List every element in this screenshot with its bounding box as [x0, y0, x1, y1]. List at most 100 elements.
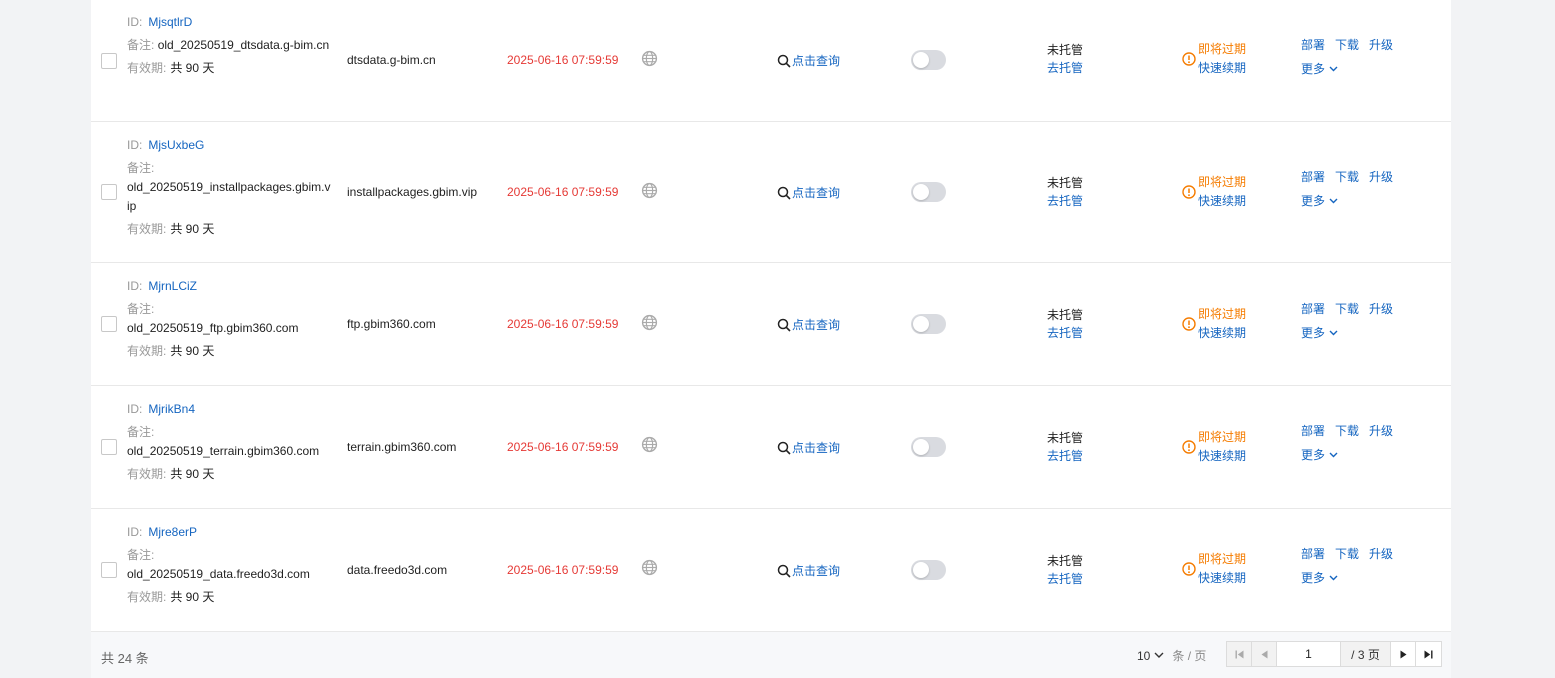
next-page-icon	[1400, 650, 1406, 658]
download-link[interactable]: 下载	[1335, 302, 1359, 316]
cert-id-link[interactable]: MjsUxbeG	[148, 138, 204, 152]
search-icon	[777, 186, 791, 200]
deploy-link[interactable]: 部署	[1301, 424, 1325, 438]
total-pages: / 3 页	[1341, 642, 1391, 666]
pager: / 3 页	[1226, 641, 1442, 667]
remark-value: old_20250519_terrain.gbim360.com	[127, 444, 320, 458]
page-size-select[interactable]: 10 条 / 页	[1137, 647, 1206, 664]
globe-icon[interactable]	[641, 436, 658, 453]
row-checkbox[interactable]	[101, 53, 117, 69]
query-link[interactable]: 点击查询	[777, 316, 840, 333]
first-page-button[interactable]	[1227, 642, 1252, 666]
more-dropdown[interactable]: 更多	[1301, 321, 1338, 345]
more-dropdown[interactable]: 更多	[1301, 189, 1338, 213]
download-link[interactable]: 下载	[1335, 547, 1359, 561]
upgrade-link[interactable]: 升级	[1369, 424, 1393, 438]
download-link[interactable]: 下载	[1335, 38, 1359, 52]
query-label: 点击查询	[792, 186, 841, 200]
remark-label: 备注:	[127, 548, 155, 562]
more-dropdown[interactable]: 更多	[1301, 443, 1338, 467]
auto-renew-toggle[interactable]	[911, 314, 946, 334]
query-link[interactable]: 点击查询	[777, 184, 840, 201]
query-link[interactable]: 点击查询	[777, 562, 840, 579]
domain-list-panel: ID: MjsqtlrD 备注: old_20250519_dtsdata.g-b…	[91, 0, 1451, 678]
host-status: 未托管	[1047, 176, 1084, 190]
more-dropdown[interactable]: 更多	[1301, 57, 1338, 81]
deploy-link[interactable]: 部署	[1301, 170, 1325, 184]
page-number-input[interactable]	[1277, 642, 1341, 666]
remark-value: old_20250519_ftp.gbim360.com	[127, 321, 299, 335]
cert-id-link[interactable]: Mjre8erP	[148, 525, 197, 539]
domain-name: dtsdata.g-bim.cn	[347, 53, 436, 67]
auto-renew-toggle[interactable]	[911, 560, 946, 580]
more-label: 更多	[1301, 62, 1326, 76]
expiring-label: 即将过期	[1198, 175, 1247, 189]
more-label: 更多	[1301, 326, 1326, 340]
more-label: 更多	[1301, 571, 1326, 585]
host-action-link[interactable]: 去托管	[1047, 324, 1083, 342]
chevron-down-icon	[1329, 198, 1338, 204]
row-checkbox[interactable]	[101, 439, 117, 455]
query-link[interactable]: 点击查询	[777, 439, 840, 456]
remark-value: old_20250519_dtsdata.g-bim.cn	[157, 38, 330, 52]
more-label: 更多	[1301, 194, 1326, 208]
row-checkbox[interactable]	[101, 316, 117, 332]
id-label: ID:	[127, 15, 143, 29]
upgrade-link[interactable]: 升级	[1369, 302, 1393, 316]
table-row: ID: MjsUxbeG 备注: old_20250519_installpacka…	[91, 122, 1451, 263]
query-link[interactable]: 点击查询	[777, 52, 840, 69]
upgrade-link[interactable]: 升级	[1369, 38, 1393, 52]
auto-renew-toggle[interactable]	[911, 437, 946, 457]
host-action-link[interactable]: 去托管	[1047, 192, 1083, 210]
deploy-link[interactable]: 部署	[1301, 38, 1325, 52]
cert-id-link[interactable]: MjrikBn4	[148, 402, 195, 416]
warning-circle-icon	[1182, 440, 1196, 454]
total-count: 共 24 条	[101, 651, 149, 666]
host-action-link[interactable]: 去托管	[1047, 447, 1083, 465]
prev-page-button[interactable]	[1252, 642, 1277, 666]
domain-name: ftp.gbim360.com	[347, 317, 436, 331]
search-icon	[777, 441, 791, 455]
renew-link[interactable]: 快速续期	[1198, 324, 1246, 343]
warning-circle-icon	[1182, 317, 1196, 331]
globe-icon[interactable]	[641, 559, 658, 576]
page-size-unit: 条 / 页	[1172, 649, 1207, 663]
host-action-link[interactable]: 去托管	[1047, 59, 1083, 77]
renew-link[interactable]: 快速续期	[1198, 192, 1246, 211]
validity-value: 共 90 天	[170, 344, 215, 358]
validity-label: 有效期:	[127, 467, 167, 481]
auto-renew-toggle[interactable]	[911, 50, 946, 70]
table-row: ID: MjrnLCiZ 备注: old_20250519_ftp.gbim360.…	[91, 263, 1451, 386]
globe-icon[interactable]	[641, 314, 658, 331]
next-page-button[interactable]	[1391, 642, 1416, 666]
table-row: ID: MjrikBn4 备注: old_20250519_terrain.gbim…	[91, 386, 1451, 509]
renew-link[interactable]: 快速续期	[1198, 447, 1246, 466]
row-checkbox[interactable]	[101, 562, 117, 578]
last-page-button[interactable]	[1416, 642, 1441, 666]
auto-renew-toggle[interactable]	[911, 182, 946, 202]
domain-name: terrain.gbim360.com	[347, 440, 457, 454]
globe-icon[interactable]	[641, 182, 658, 199]
expire-time: 2025-06-16 07:59:59	[507, 563, 619, 577]
search-icon	[777, 318, 791, 332]
cert-id-link[interactable]: MjrnLCiZ	[148, 279, 197, 293]
upgrade-link[interactable]: 升级	[1369, 170, 1393, 184]
deploy-link[interactable]: 部署	[1301, 547, 1325, 561]
globe-icon[interactable]	[641, 50, 658, 67]
deploy-link[interactable]: 部署	[1301, 302, 1325, 316]
pagination-bar: 共 24 条 10 条 / 页 / 3 页	[91, 632, 1451, 678]
page-size-value: 10	[1137, 648, 1151, 663]
more-dropdown[interactable]: 更多	[1301, 566, 1338, 590]
upgrade-link[interactable]: 升级	[1369, 547, 1393, 561]
renew-link[interactable]: 快速续期	[1198, 59, 1246, 78]
download-link[interactable]: 下载	[1335, 170, 1359, 184]
cert-info: ID: MjrnLCiZ 备注: old_20250519_ftp.gbim360.…	[127, 277, 332, 361]
row-checkbox[interactable]	[101, 184, 117, 200]
cert-info: ID: Mjre8erP 备注: old_20250519_data.freedo3…	[127, 523, 332, 607]
search-icon	[777, 54, 791, 68]
cert-id-link[interactable]: MjsqtlrD	[148, 15, 192, 29]
renew-link[interactable]: 快速续期	[1198, 569, 1246, 588]
query-label: 点击查询	[792, 441, 841, 455]
host-action-link[interactable]: 去托管	[1047, 570, 1083, 588]
download-link[interactable]: 下载	[1335, 424, 1359, 438]
